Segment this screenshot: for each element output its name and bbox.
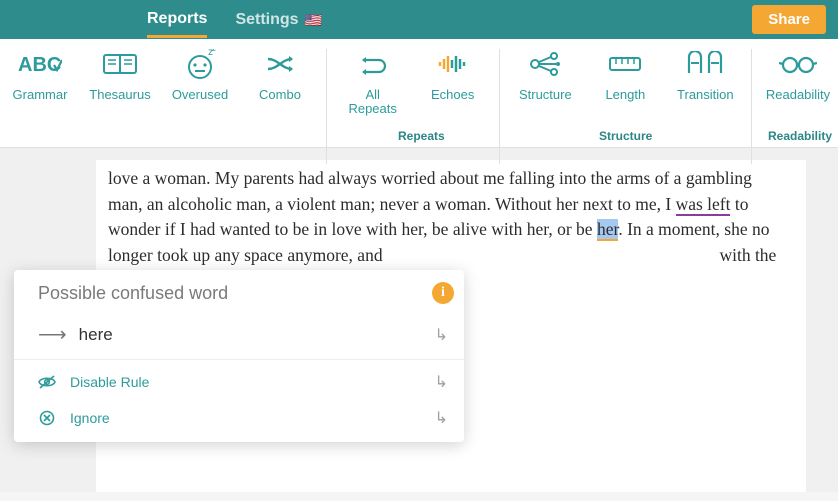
suggestion-popup: Possible confused word i ⟶ here ↳ Disabl… — [14, 270, 464, 442]
apply-arrow-icon: ↳ — [435, 325, 448, 345]
eye-off-icon — [38, 375, 56, 389]
ignore-row[interactable]: Ignore ↳ — [14, 400, 464, 436]
tab-settings[interactable]: Settings 🇺🇸 — [235, 2, 322, 38]
tool-label: Grammar — [13, 88, 68, 102]
tool-echoes[interactable]: Echoes — [413, 49, 493, 129]
svg-text:z: z — [212, 49, 216, 53]
topbar: Reports Settings 🇺🇸 Share — [0, 0, 838, 39]
tool-label: Thesaurus — [89, 88, 150, 102]
repeats-icon — [357, 49, 389, 79]
suggestion-text: here — [79, 325, 113, 345]
tool-length[interactable]: Length — [585, 49, 665, 129]
doc-text: love a woman. My parents had always worr… — [108, 168, 752, 214]
group-label-repeats: Repeats — [398, 129, 445, 143]
overused-icon: zz — [184, 49, 216, 79]
length-icon — [607, 49, 643, 79]
tool-label: Overused — [172, 88, 228, 102]
group-label-readability: Readability — [768, 129, 832, 143]
confused-word-highlight[interactable]: her — [597, 219, 618, 241]
tool-label: Echoes — [431, 88, 474, 102]
tab-label: Settings — [235, 11, 298, 29]
echoes-icon — [436, 49, 470, 79]
thesaurus-icon — [102, 49, 138, 79]
tool-readability[interactable]: Readability — [758, 49, 838, 129]
tool-label: Transition — [677, 88, 734, 102]
tab-label: Reports — [147, 10, 207, 28]
tool-overused[interactable]: zz Overused — [160, 49, 240, 129]
tool-structure[interactable]: Structure — [505, 49, 585, 129]
tool-combo[interactable]: Combo — [240, 49, 320, 129]
tool-label: Combo — [259, 88, 301, 102]
group-label-structure: Structure — [599, 129, 652, 143]
toolbar: ABC Grammar Thesaurus zz Overused Combo — [0, 39, 838, 148]
flag-icon: 🇺🇸 — [305, 12, 322, 29]
apply-arrow-icon: ↳ — [435, 408, 448, 428]
tab-reports[interactable]: Reports — [147, 2, 207, 38]
tool-label: Structure — [519, 88, 572, 102]
tool-label: All Repeats — [341, 88, 405, 117]
popup-title: Possible confused word — [38, 283, 228, 304]
apply-arrow-icon: ↳ — [435, 372, 448, 392]
divider — [751, 49, 752, 164]
tool-transition[interactable]: Transition — [665, 49, 745, 129]
divider — [499, 49, 500, 164]
readability-icon — [779, 49, 817, 79]
transition-icon — [685, 49, 725, 79]
suggestion-row[interactable]: ⟶ here ↳ — [14, 314, 464, 355]
close-circle-icon — [38, 410, 56, 426]
tool-label: Length — [605, 88, 645, 102]
grammar-icon: ABC — [18, 49, 62, 79]
info-icon[interactable]: i — [432, 282, 454, 304]
ignore-label: Ignore — [70, 410, 421, 426]
top-tabs: Reports Settings 🇺🇸 — [147, 2, 322, 38]
disable-rule-label: Disable Rule — [70, 374, 421, 390]
share-button[interactable]: Share — [752, 5, 826, 34]
arrow-right-icon: ⟶ — [38, 322, 65, 347]
tool-thesaurus[interactable]: Thesaurus — [80, 49, 160, 129]
tool-all-repeats[interactable]: All Repeats — [333, 49, 413, 129]
structure-icon — [528, 49, 562, 79]
tool-grammar[interactable]: ABC Grammar — [0, 49, 80, 129]
popup-header: Possible confused word i — [14, 282, 464, 314]
divider — [14, 359, 464, 360]
disable-rule-row[interactable]: Disable Rule ↳ — [14, 364, 464, 400]
combo-icon — [264, 49, 296, 79]
tool-label: Readability — [766, 88, 830, 102]
divider — [326, 49, 327, 164]
grammar-underline[interactable]: was left — [676, 194, 731, 216]
